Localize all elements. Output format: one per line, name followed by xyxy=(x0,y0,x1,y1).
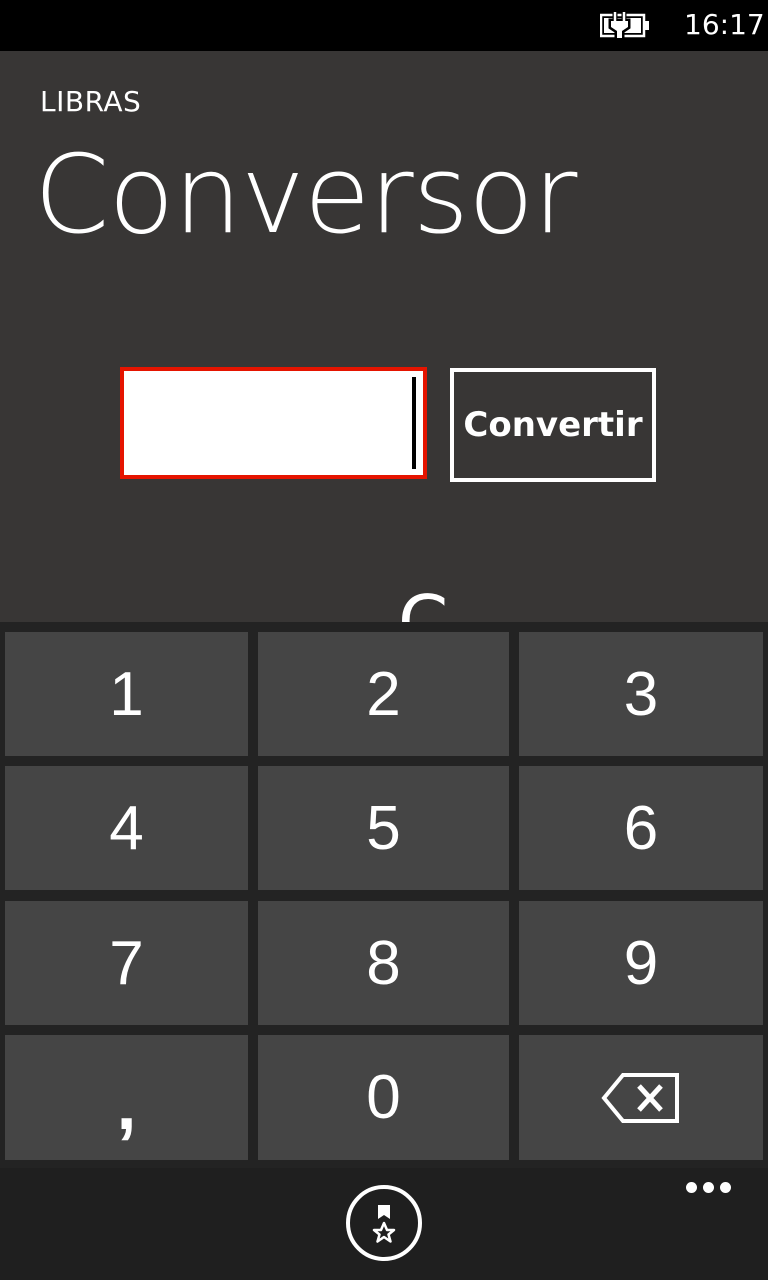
key-5[interactable]: 5 xyxy=(258,766,509,890)
backspace-icon xyxy=(601,1072,679,1123)
key-label: 9 xyxy=(623,928,659,998)
battery-charging-icon xyxy=(600,12,649,39)
key-label: 1 xyxy=(109,659,144,729)
key-label: 6 xyxy=(623,793,659,863)
numeric-keypad: 1 2 3 4 5 6 7 8 9 , 0 xyxy=(0,622,768,1168)
key-6[interactable]: 6 xyxy=(519,766,763,890)
key-0[interactable]: 0 xyxy=(258,1035,509,1160)
key-2[interactable]: 2 xyxy=(258,632,509,756)
status-bar: 16:17 xyxy=(0,0,768,51)
key-label: 5 xyxy=(366,793,401,863)
key-decimal-comma[interactable]: , xyxy=(5,1035,248,1160)
key-8[interactable]: 8 xyxy=(258,901,509,1025)
key-label: 4 xyxy=(109,793,144,863)
key-label: 2 xyxy=(366,659,401,729)
key-label: 8 xyxy=(366,928,401,998)
favorite-icon[interactable] xyxy=(345,1184,423,1262)
key-7[interactable]: 7 xyxy=(5,901,248,1025)
text-caret xyxy=(412,377,416,469)
key-label: 3 xyxy=(623,659,659,729)
key-label: 7 xyxy=(109,928,144,998)
dot xyxy=(720,1182,731,1193)
clock: 16:17 xyxy=(684,8,765,41)
dot xyxy=(686,1182,697,1193)
key-label: , xyxy=(116,1064,137,1145)
amount-input[interactable] xyxy=(120,367,427,479)
app-title: LIBRAS xyxy=(40,85,142,118)
page-title: Conversor xyxy=(34,133,577,258)
dot xyxy=(703,1182,714,1193)
key-4[interactable]: 4 xyxy=(5,766,248,890)
key-9[interactable]: 9 xyxy=(519,901,763,1025)
key-backspace[interactable] xyxy=(519,1035,763,1160)
convert-button[interactable]: Convertir xyxy=(450,368,656,482)
result-text: C xyxy=(398,582,448,622)
app-bar xyxy=(0,1168,768,1280)
more-icon[interactable] xyxy=(686,1182,732,1196)
key-1[interactable]: 1 xyxy=(5,632,248,756)
key-label: 0 xyxy=(366,1063,401,1132)
key-3[interactable]: 3 xyxy=(519,632,763,756)
